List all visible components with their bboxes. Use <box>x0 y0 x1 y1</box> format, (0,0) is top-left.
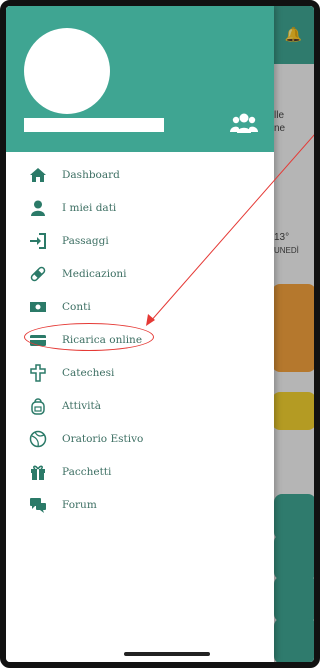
menu-item-miei-dati[interactable]: I miei dati <box>6 191 274 224</box>
user-icon <box>28 198 48 218</box>
menu-label: Pacchetti <box>62 465 112 478</box>
avatar[interactable] <box>24 28 110 114</box>
menu-label: Oratorio Estivo <box>62 432 144 445</box>
phone-frame: 🔔 lle ne + 13° UNEDÌ <box>0 0 320 668</box>
menu-label: Ricarica online <box>62 333 143 346</box>
menu-item-conti[interactable]: Conti <box>6 290 274 323</box>
menu-label: Attività <box>62 399 101 412</box>
cross-icon <box>28 363 48 383</box>
username-redacted <box>24 118 164 132</box>
menu-item-medicazioni[interactable]: Medicazioni <box>6 257 274 290</box>
menu-label: Catechesi <box>62 366 115 379</box>
menu-item-passaggi[interactable]: Passaggi <box>6 224 274 257</box>
menu-item-dashboard[interactable]: Dashboard <box>6 158 274 191</box>
drawer-header <box>6 6 274 152</box>
menu-item-ricarica-online[interactable]: Ricarica online <box>6 323 274 356</box>
bandage-icon <box>28 264 48 284</box>
credit-card-icon <box>28 330 48 350</box>
backpack-icon <box>28 396 48 416</box>
menu-label: Forum <box>62 498 97 511</box>
menu-item-attivita[interactable]: Attività <box>6 389 274 422</box>
gift-icon <box>28 462 48 482</box>
sign-in-icon <box>28 231 48 251</box>
menu-item-oratorio-estivo[interactable]: Oratorio Estivo <box>6 422 274 455</box>
users-group-icon[interactable] <box>230 112 258 134</box>
chat-icon <box>28 495 48 515</box>
menu-label: Medicazioni <box>62 267 127 280</box>
menu-label: Conti <box>62 300 91 313</box>
menu-label: I miei dati <box>62 201 117 214</box>
menu-item-catechesi[interactable]: Catechesi <box>6 356 274 389</box>
money-icon <box>28 297 48 317</box>
ball-icon <box>28 429 48 449</box>
menu-label: Passaggi <box>62 234 109 247</box>
menu-item-pacchetti[interactable]: Pacchetti <box>6 455 274 488</box>
drawer-menu: Dashboard I miei dati Passaggi Medicazio… <box>6 158 274 521</box>
home-indicator[interactable] <box>124 652 210 656</box>
home-icon <box>28 165 48 185</box>
navigation-drawer: Dashboard I miei dati Passaggi Medicazio… <box>6 6 274 662</box>
menu-label: Dashboard <box>62 168 120 181</box>
menu-item-forum[interactable]: Forum <box>6 488 274 521</box>
